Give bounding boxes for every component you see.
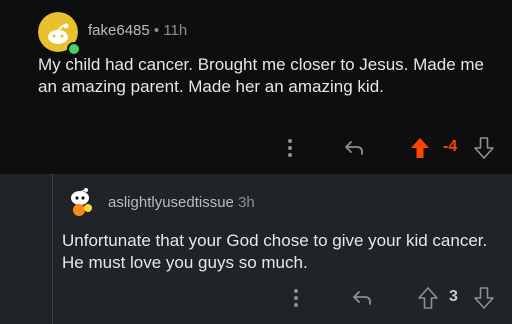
vote-score: -4 bbox=[443, 138, 458, 155]
username-link[interactable]: aslightlyusedtissue bbox=[108, 194, 234, 211]
meta-separator: • bbox=[149, 22, 164, 39]
comment-meta: fake6485 • 11h bbox=[88, 22, 187, 39]
upvote-arrow-icon bbox=[411, 138, 429, 158]
upvote-button[interactable] bbox=[408, 135, 432, 161]
more-options-button[interactable] bbox=[288, 286, 304, 310]
avatar[interactable] bbox=[64, 186, 96, 218]
reply-arrow-icon bbox=[353, 291, 371, 305]
reply-button[interactable] bbox=[350, 286, 374, 310]
reply-arrow-icon bbox=[345, 141, 363, 155]
downvote-button[interactable] bbox=[472, 285, 496, 311]
more-vertical-icon bbox=[294, 289, 298, 307]
upvote-button[interactable] bbox=[416, 285, 440, 311]
comment-body: Unfortunate that your God chose to give … bbox=[62, 231, 488, 272]
more-vertical-icon bbox=[288, 139, 292, 157]
vote-score: 3 bbox=[449, 288, 458, 305]
comment-body: My child had cancer. Brought me closer t… bbox=[38, 55, 484, 96]
downvote-arrow-icon bbox=[474, 137, 494, 159]
downvote-button[interactable] bbox=[472, 135, 496, 161]
more-options-button[interactable] bbox=[282, 136, 298, 160]
username-link[interactable]: fake6485 bbox=[88, 22, 150, 39]
snoo-avatar-icon bbox=[64, 186, 96, 218]
comment-meta: aslightlyusedtissue 3h bbox=[108, 194, 255, 211]
reply-button[interactable] bbox=[342, 136, 366, 160]
downvote-arrow-icon bbox=[474, 287, 494, 309]
thread-line[interactable] bbox=[52, 174, 53, 324]
upvote-arrow-icon bbox=[418, 287, 438, 309]
comment-age: 11h bbox=[163, 22, 188, 39]
comment-age: 3h bbox=[238, 194, 255, 211]
